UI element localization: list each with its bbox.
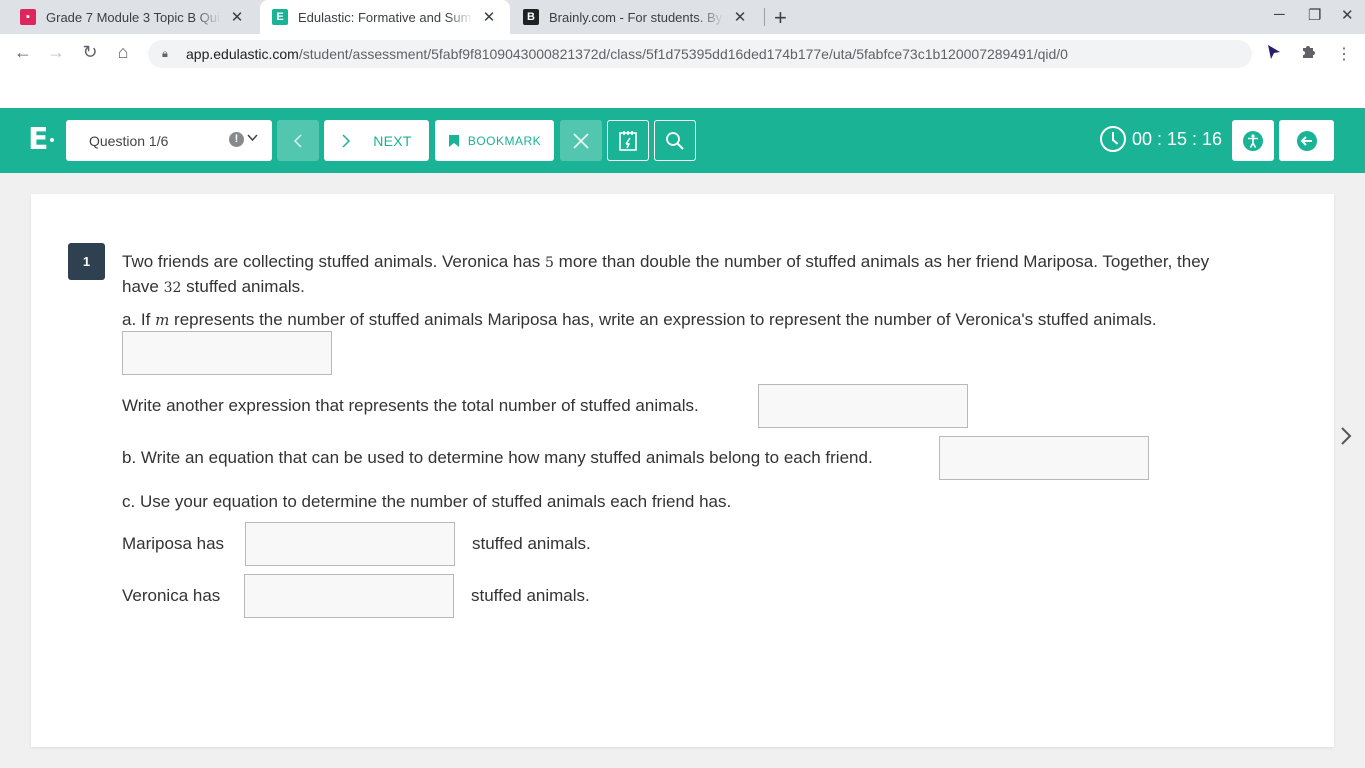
close-window-icon[interactable]: ✕: [1341, 6, 1354, 24]
browser-tabstrip: ▪ Grade 7 Module 3 Topic B Quiz - Edulas…: [0, 0, 1365, 34]
scratchpad-icon: [619, 130, 637, 151]
exit-button[interactable]: [1279, 120, 1334, 161]
assessment-header: E Question 1/6 ! NEXT BOOKMARK 00: 15:…: [0, 108, 1365, 173]
stem-number: 5: [545, 255, 554, 271]
close-tab-icon[interactable]: ✕: [481, 8, 497, 26]
question-select-value: Question 1/6: [89, 132, 169, 149]
chevron-down-icon: [247, 131, 258, 145]
next-label: NEXT: [373, 132, 412, 149]
extension-cursor-icon[interactable]: [1266, 44, 1282, 65]
brainly-favicon-icon: B: [523, 9, 539, 25]
browser-toolbar: ← → ↻ ⌂ 🔒︎ app.edulastic.com/student/ass…: [0, 34, 1365, 74]
logo-dot: [50, 138, 54, 142]
address-bar[interactable]: 🔒︎ app.edulastic.com/student/assessment/…: [148, 40, 1252, 68]
new-tab-icon[interactable]: +: [774, 5, 787, 31]
part-b-prompt: b. Write an equation that can be used to…: [122, 448, 873, 467]
part-a-text: represents the number of stuffed animals…: [169, 310, 1157, 329]
bookmark-button[interactable]: BOOKMARK: [435, 120, 554, 161]
url-host: app.edulastic.com: [186, 46, 299, 62]
stem-text: Two friends are collecting stuffed anima…: [122, 252, 546, 271]
stem-number: 32: [163, 280, 182, 296]
veronica-suffix: stuffed animals.: [471, 586, 590, 605]
tab-grade7-quiz[interactable]: ▪ Grade 7 Module 3 Topic B Quiz - Edulas…: [20, 0, 255, 34]
tab-title: Grade 7 Module 3 Topic B Quiz - Edulasti…: [46, 9, 221, 25]
minimize-icon[interactable]: ─: [1274, 6, 1285, 23]
tab-edulastic[interactable]: E Edulastic: Formative and Summative ✕: [260, 0, 510, 34]
total-expression-input[interactable]: [758, 384, 968, 428]
mariposa-label: Mariposa has: [122, 534, 225, 553]
edulastic-favicon-icon: ▪: [20, 9, 36, 25]
part-a-prompt: a. If m represents the number of stuffed…: [122, 307, 1157, 333]
question-select[interactable]: Question 1/6 !: [66, 120, 272, 161]
accessibility-icon: [1243, 130, 1263, 151]
bookmark-label: BOOKMARK: [467, 133, 542, 148]
question-card: 1 Two friends are collecting stuffed ani…: [31, 194, 1334, 747]
accessibility-button[interactable]: [1232, 120, 1274, 161]
timer: 00 : 15 : 16: [1100, 126, 1222, 152]
stem-text: more than double the number of stuffed a…: [553, 252, 1210, 271]
question-stem-line-1: Two friends are collecting stuffed anima…: [122, 249, 1209, 276]
magnifier-button[interactable]: [654, 120, 696, 161]
math-variable: m: [155, 311, 170, 329]
mariposa-suffix: stuffed animals.: [472, 534, 591, 553]
extensions-puzzle-icon[interactable]: [1300, 44, 1316, 65]
equation-input[interactable]: [939, 436, 1149, 480]
veronica-expression-input[interactable]: [122, 331, 332, 375]
bookmark-icon: [448, 134, 459, 147]
info-icon[interactable]: !: [229, 132, 244, 147]
browser-menu-icon[interactable]: ⋮: [1336, 44, 1352, 64]
close-tab-icon[interactable]: ✕: [732, 8, 748, 26]
lock-icon: 🔒︎: [162, 48, 168, 60]
restore-icon[interactable]: ❐: [1308, 6, 1321, 24]
url-path: /student/assessment/5fabf9f8109043000821…: [298, 46, 1068, 62]
previous-button[interactable]: [277, 120, 319, 161]
edulastic-logo-icon[interactable]: E: [28, 122, 49, 157]
back-icon[interactable]: ←: [11, 42, 35, 63]
scratchpad-button[interactable]: [607, 120, 649, 161]
page-top-band: [0, 74, 1365, 108]
chevron-left-icon: [293, 133, 302, 148]
chevron-right-icon: [342, 133, 351, 148]
part-c-prompt: c. Use your equation to determine the nu…: [122, 492, 732, 511]
forward-icon[interactable]: →: [44, 42, 68, 63]
question-number-badge: 1: [68, 243, 105, 280]
exit-arrow-icon: [1296, 130, 1317, 151]
next-button[interactable]: NEXT: [324, 120, 429, 161]
veronica-count-input[interactable]: [244, 574, 454, 618]
tab-brainly[interactable]: B Brainly.com - For students. By student…: [523, 0, 763, 34]
assessment-body: 1 Two friends are collecting stuffed ani…: [0, 173, 1365, 768]
close-icon: [573, 132, 589, 149]
chevron-right-icon[interactable]: [1340, 426, 1352, 452]
tab-title: Brainly.com - For students. By students.: [549, 9, 724, 25]
part-a-prefix: a. If: [122, 310, 156, 329]
question-stem-line-2: have 32 stuffed animals.: [122, 274, 305, 301]
tab-title: Edulastic: Formative and Summative: [298, 9, 473, 25]
reload-icon[interactable]: ↻: [78, 42, 102, 63]
veronica-label: Veronica has: [122, 586, 221, 605]
close-tab-icon[interactable]: ✕: [229, 8, 245, 26]
clock-icon: [1100, 126, 1126, 152]
edulastic-favicon-icon: E: [272, 9, 288, 25]
mariposa-count-input[interactable]: [245, 522, 455, 566]
stem-text: stuffed animals.: [181, 277, 305, 296]
answer-eliminator-button[interactable]: [560, 120, 602, 161]
part-a2-prompt: Write another expression that represents…: [122, 396, 699, 415]
search-icon: [666, 131, 684, 150]
tab-divider: [764, 8, 765, 26]
home-icon[interactable]: ⌂: [111, 42, 135, 63]
timer-value: 00 : 15 : 16: [1132, 128, 1223, 149]
stem-text: have: [122, 277, 164, 296]
